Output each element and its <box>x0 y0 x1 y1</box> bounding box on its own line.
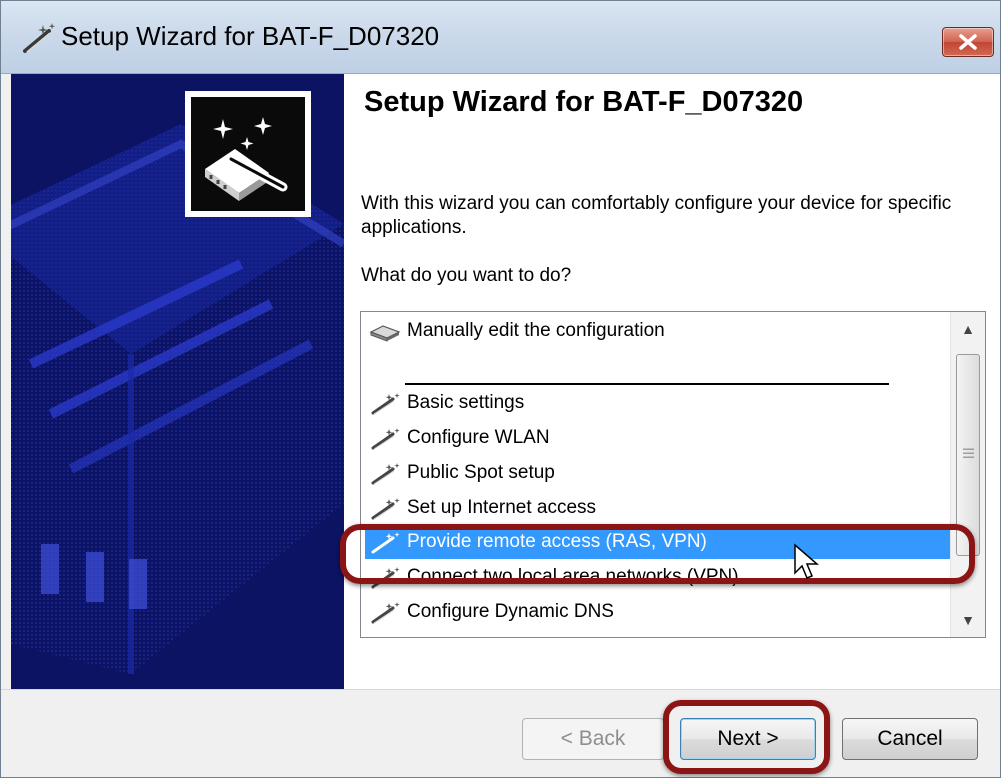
list-item-label: Configure WLAN <box>407 427 550 448</box>
title-bar: Setup Wizard for BAT-F_D07320 <box>1 1 1000 74</box>
action-list[interactable]: Manually edit the configuration Basic se… <box>360 311 986 638</box>
list-item[interactable]: Configure WLAN <box>365 421 950 455</box>
list-item[interactable]: Manually edit the configuration <box>365 314 950 348</box>
annotation-highlight-next-button <box>663 700 830 774</box>
wand-icon <box>371 428 400 450</box>
question-text: What do you want to do? <box>361 265 572 286</box>
list-scrollbar[interactable]: ▲ ― ― ― ▼ <box>950 312 985 637</box>
list-item[interactable]: Public Spot setup <box>365 456 950 490</box>
wizard-sidebar-banner <box>11 74 344 689</box>
list-item-label: Basic settings <box>407 392 525 413</box>
list-separator <box>405 383 889 385</box>
wand-icon <box>371 498 400 520</box>
grip-icon: ― ― ― <box>963 443 974 463</box>
setup-wizard-window: Setup Wizard for BAT-F_D07320 Setup Wiza… <box>0 0 1001 778</box>
window-title: Setup Wizard for BAT-F_D07320 <box>61 21 440 51</box>
annotation-highlight-selected-item <box>340 524 975 584</box>
footer-divider <box>1 689 1000 690</box>
list-item[interactable]: Configure Dynamic DNS <box>365 595 950 629</box>
scroll-down-arrow-icon[interactable]: ▼ <box>951 603 985 637</box>
wand-icon <box>23 23 56 53</box>
mouse-cursor-icon <box>794 543 820 579</box>
list-item-label: Manually edit the configuration <box>407 320 665 341</box>
device-icon <box>369 325 401 342</box>
close-button[interactable] <box>942 27 994 57</box>
page-title: Setup Wizard for BAT-F_D07320 <box>364 86 804 118</box>
wand-icon <box>371 463 400 485</box>
back-button[interactable]: < Back <box>522 718 664 760</box>
wand-icon <box>371 393 400 415</box>
list-item-label: Public Spot setup <box>407 462 555 483</box>
wizard-content: Setup Wizard for BAT-F_D07320 With this … <box>344 74 1000 689</box>
wand-icon <box>371 602 400 624</box>
intro-text: With this wizard you can comfortably con… <box>361 193 952 238</box>
list-item[interactable]: Set up Internet access <box>365 491 950 525</box>
close-icon <box>959 34 977 50</box>
wizard-wand-device-icon <box>185 91 311 217</box>
list-item-label: Set up Internet access <box>407 497 597 518</box>
scroll-up-arrow-icon[interactable]: ▲ <box>951 312 985 346</box>
cancel-button[interactable]: Cancel <box>842 718 978 760</box>
list-item-label: Configure Dynamic DNS <box>407 601 614 622</box>
list-item[interactable]: Basic settings <box>365 386 950 420</box>
